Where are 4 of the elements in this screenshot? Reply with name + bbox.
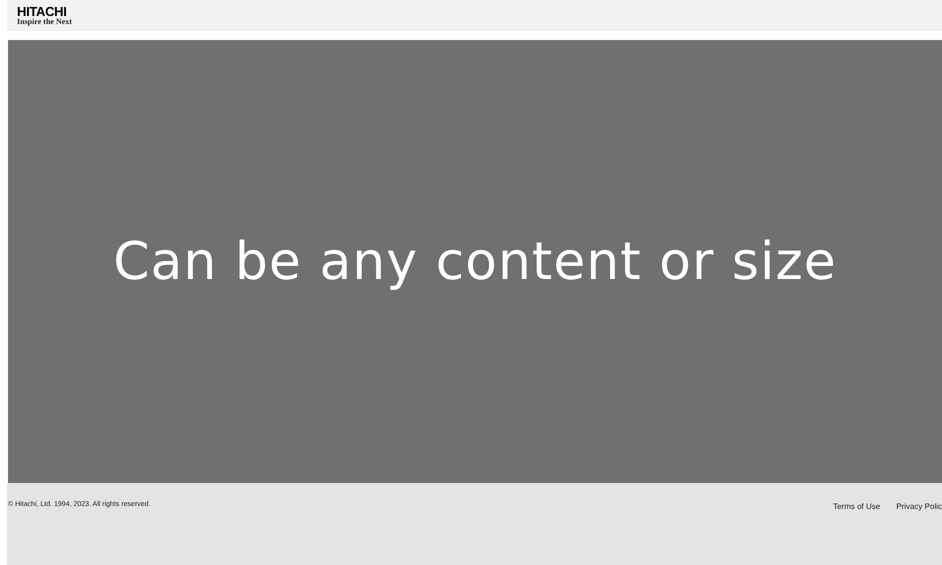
logo[interactable]: HITACHI Inspire the Next (17, 5, 72, 26)
footer-link[interactable]: Privacy Polic (896, 501, 942, 513)
footer-link[interactable]: Terms of Use (833, 501, 880, 513)
placeholder-text: Can be any content or size (113, 230, 837, 294)
